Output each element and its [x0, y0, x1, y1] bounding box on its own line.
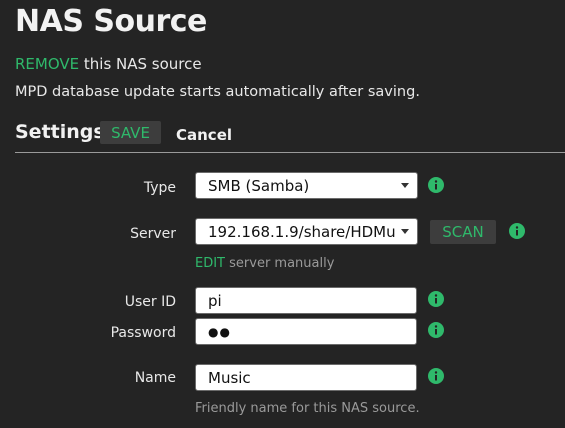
- user-id-label: User ID: [124, 294, 176, 310]
- remove-line: REMOVE this NAS source: [15, 55, 202, 73]
- info-icon[interactable]: [509, 223, 525, 239]
- info-icon[interactable]: [428, 368, 444, 384]
- server-label: Server: [130, 226, 176, 242]
- chevron-down-icon: [401, 183, 409, 188]
- save-button[interactable]: SAVE: [100, 121, 161, 144]
- page-title: NAS Source: [15, 4, 207, 39]
- remove-suffix: this NAS source: [79, 55, 202, 73]
- name-hint: Friendly name for this NAS source.: [195, 401, 420, 416]
- settings-heading: Settings: [15, 121, 105, 143]
- scan-button[interactable]: SCAN: [430, 220, 496, 244]
- info-icon[interactable]: [428, 177, 444, 193]
- server-select[interactable]: 192.168.1.9/share/HDMus: [195, 218, 418, 245]
- server-select-value: 192.168.1.9/share/HDMus: [208, 222, 396, 241]
- type-select[interactable]: SMB (Samba): [195, 172, 418, 199]
- name-input[interactable]: Music: [195, 364, 417, 391]
- edit-server-link[interactable]: EDIT: [195, 256, 225, 271]
- password-value: ●●: [208, 324, 231, 339]
- edit-server-suffix: server manually: [225, 256, 335, 271]
- remove-link[interactable]: REMOVE: [15, 55, 79, 73]
- type-select-value: SMB (Samba): [208, 176, 310, 195]
- info-icon[interactable]: [428, 322, 444, 338]
- info-icon[interactable]: [428, 291, 444, 307]
- user-id-value: pi: [208, 291, 222, 310]
- edit-server-line: EDIT server manually: [195, 256, 334, 271]
- password-label: Password: [110, 325, 176, 341]
- cancel-button[interactable]: Cancel: [176, 126, 232, 144]
- name-value: Music: [208, 368, 251, 387]
- user-id-input[interactable]: pi: [195, 287, 417, 314]
- chevron-down-icon: [401, 229, 409, 234]
- divider: [15, 152, 565, 153]
- password-input[interactable]: ●●: [195, 318, 417, 345]
- name-label: Name: [134, 370, 176, 386]
- type-label: Type: [143, 180, 176, 196]
- update-note: MPD database update starts automatically…: [15, 84, 420, 100]
